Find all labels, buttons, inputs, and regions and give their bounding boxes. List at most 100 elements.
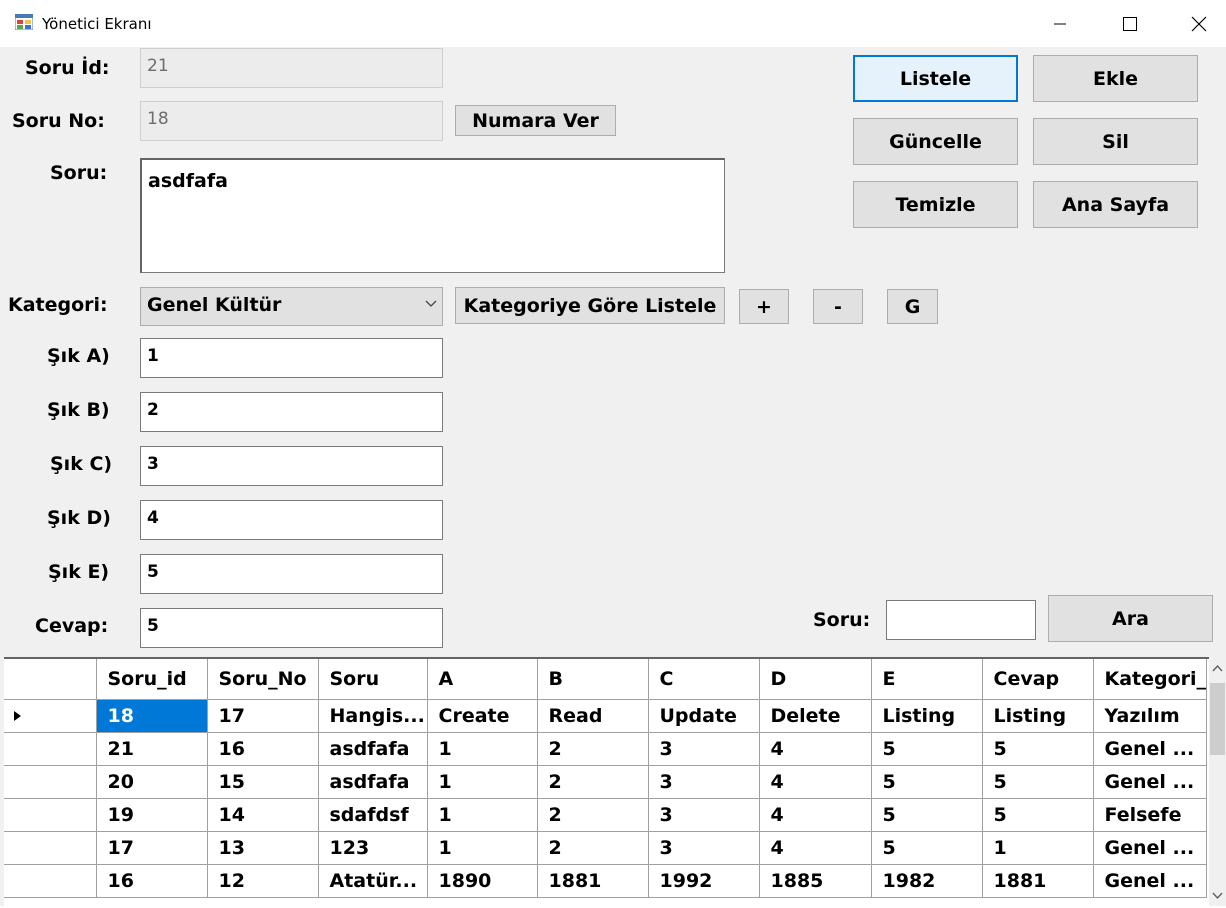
table-cell[interactable]: 123 <box>318 831 428 865</box>
listele-button[interactable]: Listele <box>853 55 1018 102</box>
table-cell[interactable]: 14 <box>207 798 319 832</box>
table-cell[interactable]: Atatür... <box>318 864 428 898</box>
table-cell[interactable]: 1890 <box>427 864 538 898</box>
questions-grid[interactable]: Soru_id Soru_No Soru A B C D E Cevap Kat… <box>4 657 1226 908</box>
table-cell[interactable]: 17 <box>207 699 319 733</box>
column-header[interactable]: Kategori_ <box>1093 659 1208 700</box>
column-header[interactable]: D <box>759 659 872 700</box>
column-header[interactable]: A <box>427 659 538 700</box>
g-button[interactable]: G <box>887 289 938 324</box>
grid-vertical-scrollbar[interactable] <box>1209 657 1226 906</box>
table-cell[interactable]: Genel ... <box>1093 732 1208 766</box>
table-cell[interactable]: 5 <box>982 732 1094 766</box>
table-cell[interactable]: 16 <box>96 864 208 898</box>
numara-ver-button[interactable]: Numara Ver <box>455 105 616 136</box>
table-row[interactable]: 16 12 Atatür... 1890 1881 1992 1885 1982… <box>4 864 1208 898</box>
table-cell[interactable]: 2 <box>537 765 649 799</box>
table-cell[interactable]: Genel ... <box>1093 864 1208 898</box>
table-cell[interactable]: 4 <box>759 765 872 799</box>
table-cell[interactable]: 5 <box>982 765 1094 799</box>
scrollbar-thumb[interactable] <box>1210 683 1225 755</box>
table-cell[interactable]: 1992 <box>648 864 760 898</box>
table-cell[interactable]: 2 <box>537 831 649 865</box>
table-cell[interactable]: 1 <box>982 831 1094 865</box>
table-cell[interactable]: 5 <box>871 831 983 865</box>
column-header[interactable]: E <box>871 659 983 700</box>
soru-no-field[interactable]: 18 <box>140 101 443 141</box>
table-cell[interactable]: 18 <box>96 699 208 733</box>
sil-button[interactable]: Sil <box>1033 118 1198 165</box>
table-cell[interactable]: 3 <box>648 798 760 832</box>
table-cell[interactable]: asdfafa <box>318 732 428 766</box>
table-row[interactable]: 19 14 sdafdsf 1 2 3 4 5 5 Felsefe <box>4 798 1208 832</box>
table-cell[interactable]: 19 <box>96 798 208 832</box>
table-row[interactable]: 20 15 asdfafa 1 2 3 4 5 5 Genel ... <box>4 765 1208 799</box>
table-cell[interactable]: 1 <box>427 732 538 766</box>
row-header[interactable] <box>4 732 97 766</box>
table-cell[interactable]: Hangis... <box>318 699 428 733</box>
kategori-select[interactable]: Genel Kültür <box>140 287 443 326</box>
table-cell[interactable]: 3 <box>648 732 760 766</box>
table-cell[interactable]: 16 <box>207 732 319 766</box>
remove-kategori-button[interactable]: - <box>813 289 863 324</box>
table-cell[interactable]: 4 <box>759 831 872 865</box>
table-cell[interactable]: 5 <box>871 798 983 832</box>
table-cell[interactable]: Listing <box>871 699 983 733</box>
kategoriye-gore-listele-button[interactable]: Kategoriye Göre Listele <box>455 287 725 324</box>
table-cell[interactable]: 1881 <box>982 864 1094 898</box>
search-input[interactable] <box>886 600 1036 640</box>
table-cell[interactable]: 17 <box>96 831 208 865</box>
table-cell[interactable]: Genel ... <box>1093 765 1208 799</box>
table-cell[interactable]: 13 <box>207 831 319 865</box>
close-button[interactable] <box>1164 0 1226 47</box>
table-cell[interactable]: Update <box>648 699 760 733</box>
table-cell[interactable]: Felsefe <box>1093 798 1208 832</box>
table-cell[interactable]: 12 <box>207 864 319 898</box>
row-header[interactable] <box>4 798 97 832</box>
table-cell[interactable]: 5 <box>982 798 1094 832</box>
table-cell[interactable]: Yazılım <box>1093 699 1208 733</box>
column-header[interactable]: B <box>537 659 649 700</box>
table-cell[interactable]: 1982 <box>871 864 983 898</box>
table-cell[interactable]: sdafdsf <box>318 798 428 832</box>
ekle-button[interactable]: Ekle <box>1033 55 1198 102</box>
table-cell[interactable]: Listing <box>982 699 1094 733</box>
maximize-button[interactable] <box>1095 0 1165 47</box>
sik-e-field[interactable]: 5 <box>140 554 443 594</box>
table-cell[interactable]: 4 <box>759 798 872 832</box>
table-cell[interactable]: 1 <box>427 798 538 832</box>
table-cell[interactable]: Genel ... <box>1093 831 1208 865</box>
column-header[interactable]: Soru_id <box>96 659 208 700</box>
table-cell[interactable]: 3 <box>648 831 760 865</box>
sik-c-field[interactable]: 3 <box>140 446 443 486</box>
table-row[interactable]: 21 16 asdfafa 1 2 3 4 5 5 Genel ... <box>4 732 1208 766</box>
table-cell[interactable]: asdfafa <box>318 765 428 799</box>
table-cell[interactable]: 1 <box>427 831 538 865</box>
soru-id-field[interactable]: 21 <box>140 48 443 88</box>
column-header[interactable]: C <box>648 659 760 700</box>
row-header[interactable] <box>4 831 97 865</box>
table-cell[interactable]: Create <box>427 699 538 733</box>
table-cell[interactable]: 3 <box>648 765 760 799</box>
column-header[interactable]: Soru <box>318 659 428 700</box>
table-row[interactable]: 18 17 Hangis... Create Read Update Delet… <box>4 699 1208 733</box>
ara-button[interactable]: Ara <box>1048 595 1213 642</box>
soru-textarea[interactable]: asdfafa <box>140 158 725 273</box>
table-cell[interactable]: 20 <box>96 765 208 799</box>
sik-a-field[interactable]: 1 <box>140 338 443 378</box>
column-header[interactable]: Soru_No <box>207 659 319 700</box>
table-cell[interactable]: 1885 <box>759 864 872 898</box>
table-cell[interactable]: 2 <box>537 732 649 766</box>
table-cell[interactable]: 5 <box>871 732 983 766</box>
guncelle-button[interactable]: Güncelle <box>853 118 1018 165</box>
table-cell[interactable]: 1 <box>427 765 538 799</box>
table-cell[interactable]: 15 <box>207 765 319 799</box>
minimize-button[interactable] <box>1025 0 1095 47</box>
sik-b-field[interactable]: 2 <box>140 392 443 432</box>
table-cell[interactable]: 1881 <box>537 864 649 898</box>
cevap-field[interactable]: 5 <box>140 608 443 648</box>
table-cell[interactable]: 21 <box>96 732 208 766</box>
table-cell[interactable]: 5 <box>871 765 983 799</box>
row-header[interactable] <box>4 765 97 799</box>
sik-d-field[interactable]: 4 <box>140 500 443 540</box>
